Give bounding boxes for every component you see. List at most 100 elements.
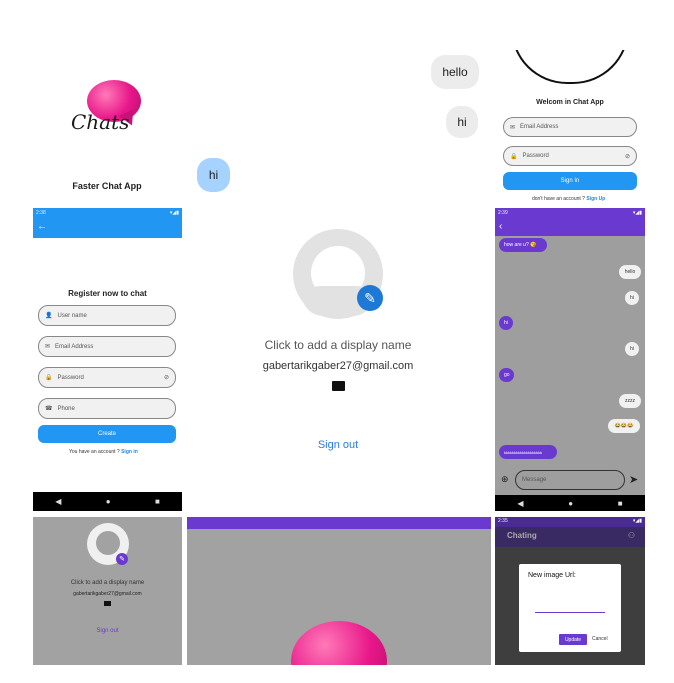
have-account-line: You have an account ? Sign in [69, 449, 138, 455]
message-input[interactable]: Message [515, 470, 625, 490]
status-time: 2:35 [498, 518, 508, 524]
phone-icon: ☎ [45, 406, 53, 412]
message-out: hi [625, 342, 639, 356]
image-url-dialog: New image Url: Update Cancel [519, 564, 621, 652]
splash-title: Faster Chat App [72, 181, 142, 191]
signin-button[interactable]: Sign In [503, 172, 637, 190]
hello-bubble: hello [431, 55, 479, 89]
register-email-placeholder: Email Address [55, 343, 94, 350]
message-in: go [499, 368, 514, 382]
login-password-placeholder: Password [522, 153, 549, 159]
nav-recents-icon[interactable]: ■ [155, 497, 160, 506]
phone-placeholder: Phone [57, 405, 75, 412]
nav-home-icon[interactable]: ● [106, 497, 111, 506]
edit-pencil-icon[interactable]: ✎ [357, 285, 383, 311]
signal-battery-icon: ▾◢▮ [169, 210, 179, 216]
status-time: 2:38 [36, 210, 46, 216]
login-screen: Welcom in Chat App ✉ Email Address 🔒 Pas… [495, 50, 645, 205]
register-password-placeholder: Password [57, 374, 84, 381]
username-placeholder: User name [57, 312, 87, 319]
status-bar: 2:35 ▾◢▮ [495, 517, 645, 527]
display-name-prompt[interactable]: Click to add a display name [33, 580, 182, 586]
nav-recents-icon[interactable]: ■ [618, 499, 623, 508]
splash-screen: Chats Faster Chat App [33, 50, 181, 205]
back-arrow-icon[interactable]: ← [37, 221, 47, 232]
cancel-button[interactable]: Cancel [592, 636, 608, 642]
profile-email: gabertarikgaber27@gmail.com [73, 591, 142, 597]
android-navbar: ◀ ● ■ [33, 492, 182, 511]
login-password-field[interactable]: 🔒 Password ⊘ [503, 146, 637, 166]
nav-back-icon[interactable]: ◀ [55, 497, 61, 506]
phone-field[interactable]: ☎ Phone [38, 398, 176, 419]
lock-icon: 🔒 [45, 375, 53, 381]
add-person-icon[interactable]: ⚇ [628, 531, 635, 540]
splash-screen-dim [187, 517, 491, 665]
eye-off-icon[interactable]: ⊘ [164, 374, 169, 381]
hi-bubble-blue-text: hi [208, 168, 219, 182]
create-button-label: Create [97, 431, 116, 437]
chat-bubble-logo-icon [291, 621, 387, 665]
chat-screen: 2:39 ▾◢▮ ‹ how are u? 😘 hello hi hi hi g… [495, 208, 645, 511]
lock-icon: 🔒 [510, 153, 518, 160]
message-text: 😂😂😂 [614, 423, 634, 429]
register-email-field[interactable]: ✉ Email Address [38, 336, 176, 357]
message-text: hello [624, 269, 636, 275]
hello-bubble-text: hello [442, 65, 468, 79]
mail-icon [332, 381, 345, 391]
signout-link[interactable]: Sign out [33, 628, 182, 634]
person-icon: 👤 [45, 313, 53, 319]
message-text: kkkkkkkkkkkkkkkkkkk [504, 449, 542, 455]
message-out: zzzz [619, 394, 641, 408]
signin-link[interactable]: Sign in [121, 449, 138, 455]
register-password-field[interactable]: 🔒 Password ⊘ [38, 367, 176, 388]
edit-pencil-icon[interactable]: ✎ [116, 553, 128, 565]
chat-appbar: 2:39 ▾◢▮ ‹ [495, 208, 645, 236]
message-text: hi [630, 346, 634, 352]
register-title: Register now to chat [68, 289, 147, 298]
message-text: how are u? 😘 [504, 242, 537, 248]
login-email-field[interactable]: ✉ Email Address [503, 117, 637, 137]
profile-screen: ✎ Click to add a display name gabertarik… [184, 208, 492, 511]
nav-home-icon[interactable]: ● [568, 499, 573, 508]
header-arc [511, 50, 629, 84]
message-text: go [504, 372, 510, 378]
signup-link[interactable]: Sign Up [586, 196, 605, 202]
hi-bubble-blue: hi [197, 158, 230, 192]
username-field[interactable]: 👤 User name [38, 305, 176, 326]
create-button[interactable]: Create [38, 425, 176, 443]
message-placeholder: Message [522, 477, 547, 483]
back-arrow-icon[interactable]: ‹ [499, 221, 502, 232]
message-out: hi [625, 291, 639, 305]
profile-screen-dim: ✎ Click to add a display name gabertarik… [33, 517, 182, 665]
signout-link[interactable]: Sign out [184, 439, 492, 451]
update-button-label: Update [564, 636, 582, 643]
message-text: hi [630, 295, 634, 301]
update-button[interactable]: Update [559, 634, 587, 645]
have-account-text: You have an account ? [69, 449, 120, 455]
display-name-prompt[interactable]: Click to add a display name [184, 338, 492, 352]
add-icon[interactable]: ⊕ [501, 474, 509, 485]
avatar-inner [96, 531, 120, 555]
app-title: Chating [507, 531, 537, 540]
message-out: hello [619, 265, 641, 279]
hi-bubble-right-text: hi [457, 115, 467, 129]
purple-appbar [187, 517, 491, 529]
logo-text: Chats [71, 110, 130, 134]
signin-button-label: Sign In [560, 178, 580, 184]
message-out: 😂😂😂 [608, 419, 640, 433]
no-account-text: don't have an account ? [532, 196, 585, 202]
send-icon[interactable]: ➤ [629, 473, 638, 486]
message-text: hi [504, 320, 508, 326]
message-text: zzzz [625, 398, 635, 404]
mail-icon: ✉ [45, 344, 51, 350]
nav-back-icon[interactable]: ◀ [517, 499, 523, 508]
hi-bubble-right: hi [446, 106, 478, 138]
eye-off-icon[interactable]: ⊘ [625, 153, 630, 160]
image-url-dialog-screen: 2:35 ▾◢▮ Chating ⚇ New image Url: Update… [495, 517, 645, 665]
url-input[interactable] [535, 612, 605, 613]
status-time: 2:39 [498, 210, 508, 216]
mail-icon [104, 601, 111, 606]
login-title: Welcom in Chat App [536, 99, 604, 106]
signal-battery-icon: ▾◢▮ [632, 518, 642, 524]
no-account-line: don't have an account ? Sign Up [532, 196, 605, 202]
